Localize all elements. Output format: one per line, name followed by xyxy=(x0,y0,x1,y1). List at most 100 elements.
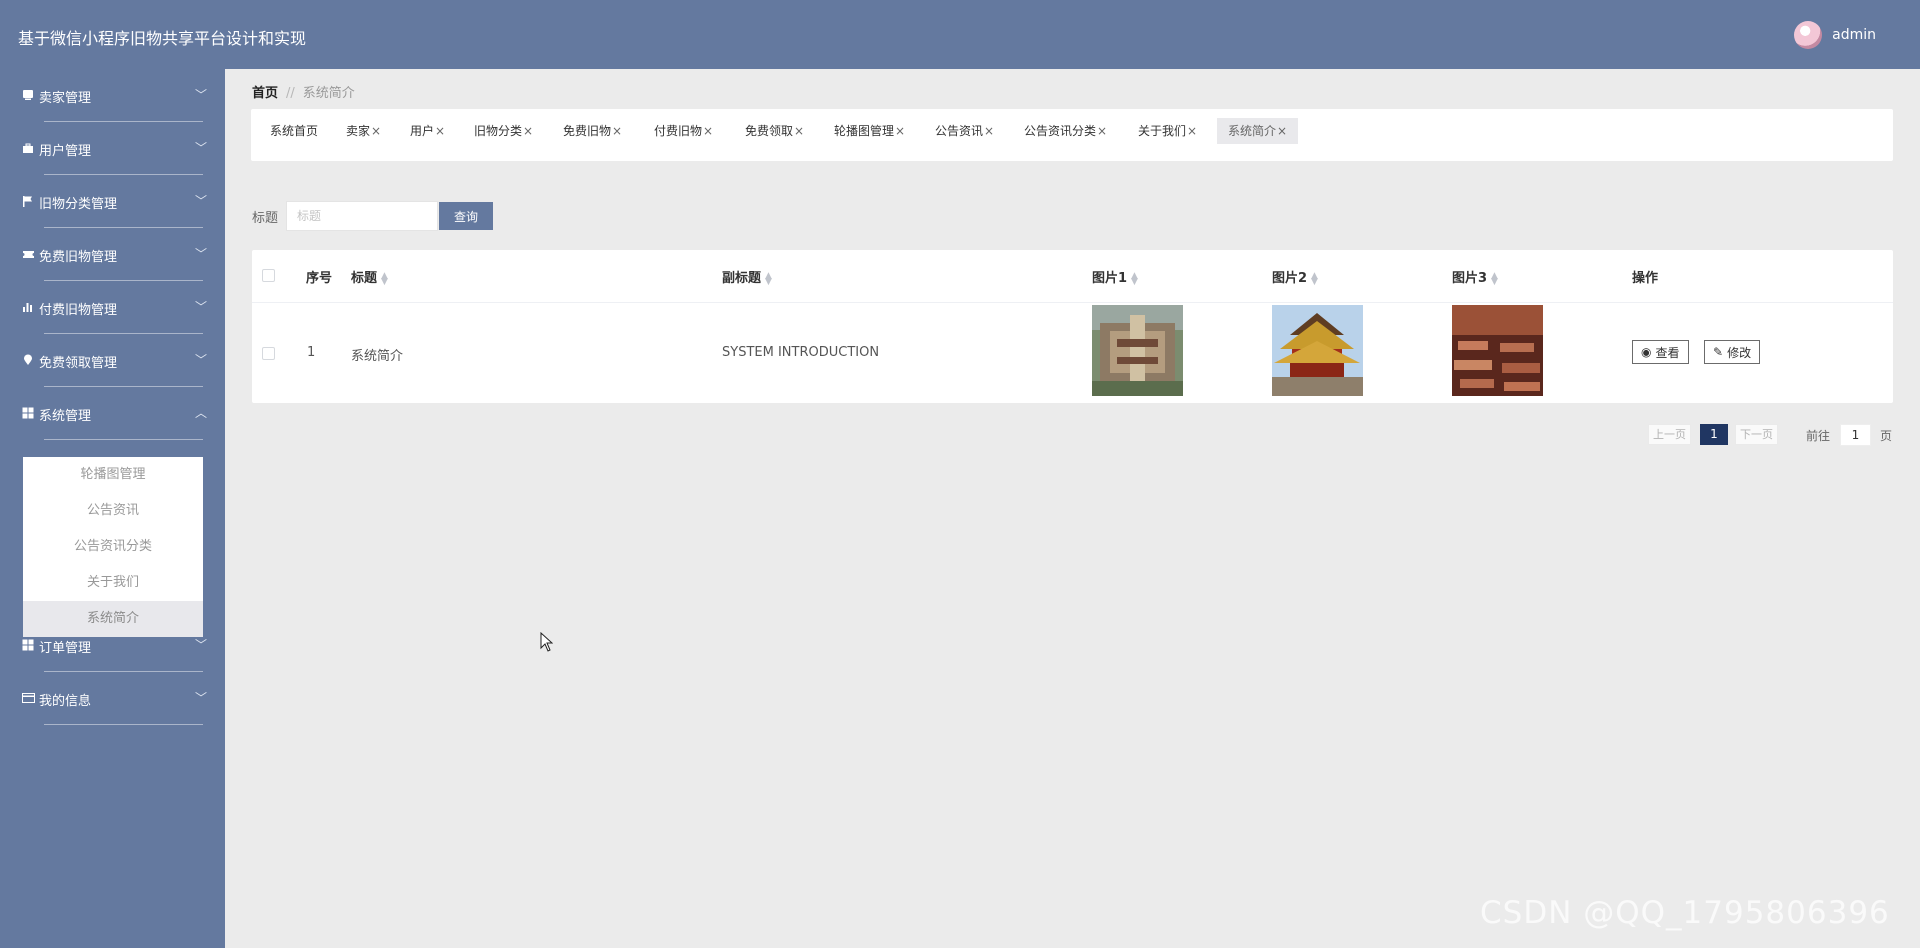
prev-page-button[interactable]: 上一页 xyxy=(1648,424,1691,445)
sidebar-item-seller-management[interactable]: 卖家管理 ﹀ xyxy=(0,69,225,122)
breadcrumb-home[interactable]: 首页 xyxy=(252,86,278,101)
mouse-cursor-icon xyxy=(540,632,553,652)
goto-page-input[interactable] xyxy=(1840,424,1871,446)
sidebar-item-label: 卖家管理 xyxy=(39,91,92,106)
breadcrumb-current: 系统简介 xyxy=(302,86,355,101)
edit-label: 修改 xyxy=(1727,345,1752,360)
avatar[interactable] xyxy=(1794,21,1823,49)
chevron-down-icon: ﹀ xyxy=(194,300,207,314)
close-icon[interactable]: × xyxy=(1097,124,1107,138)
cell-subtitle: SYSTEM INTRODUCTION xyxy=(722,345,880,360)
tab-system-intro[interactable]: 系统简介× xyxy=(1217,118,1299,144)
column-header-index: 序号 xyxy=(306,271,333,286)
sidebar-item-system-management[interactable]: 系统管理 ︿ xyxy=(0,387,225,440)
column-header-pic2[interactable]: 图片2 ▲ ▼ xyxy=(1272,267,1318,286)
search-button[interactable]: 查询 xyxy=(439,202,493,230)
cell-title: 系统简介 xyxy=(351,349,404,364)
column-header-pic1[interactable]: 图片1 ▲ ▼ xyxy=(1092,267,1138,286)
submenu-item-announcements[interactable]: 公告资讯 xyxy=(23,493,203,529)
column-header-label: 图片3 xyxy=(1452,271,1488,286)
tab-label: 关于我们 xyxy=(1138,124,1187,138)
select-all-checkbox[interactable] xyxy=(262,269,275,282)
chevron-down-icon: ﹀ xyxy=(194,691,207,705)
column-header-label: 副标题 xyxy=(722,271,762,286)
sidebar-item-label: 订单管理 xyxy=(39,641,92,656)
row-checkbox[interactable] xyxy=(262,347,275,360)
sidebar-item-label: 我的信息 xyxy=(39,694,92,709)
sort-icon[interactable]: ▲ ▼ xyxy=(381,271,388,286)
tab-free-claim[interactable]: 免费领取× xyxy=(734,118,815,144)
close-icon[interactable]: × xyxy=(984,124,994,138)
tab-label: 系统简介 xyxy=(1228,124,1277,138)
close-icon[interactable]: × xyxy=(371,124,381,138)
breadcrumb-separator: // xyxy=(286,86,295,101)
tab-paid-items[interactable]: 付费旧物× xyxy=(643,118,724,144)
close-icon[interactable]: × xyxy=(895,124,905,138)
user-menu[interactable]: admin xyxy=(1794,21,1876,49)
chevron-down-icon: ﹀ xyxy=(194,88,207,102)
close-icon[interactable]: × xyxy=(703,124,713,138)
submenu-item-system-intro[interactable]: 系统简介 xyxy=(23,601,203,637)
view-label: 查看 xyxy=(1655,345,1680,360)
thumbnail-pavilion[interactable] xyxy=(1272,305,1363,396)
eye-icon: ◉ xyxy=(1641,345,1652,359)
close-icon[interactable]: × xyxy=(612,124,622,138)
breadcrumb: 首页 // 系统简介 xyxy=(252,82,355,101)
tab-about-us[interactable]: 关于我们× xyxy=(1127,118,1208,144)
thumbnail-classroom[interactable] xyxy=(1452,305,1543,396)
tab-item-category[interactable]: 旧物分类× xyxy=(463,118,544,144)
sidebar-item-free-claim-management[interactable]: 免费领取管理 ﹀ xyxy=(0,334,225,387)
close-icon[interactable]: × xyxy=(523,124,533,138)
edit-button[interactable]: ✎ 修改 xyxy=(1704,340,1761,364)
column-header-subtitle[interactable]: 副标题 ▲ ▼ xyxy=(722,267,772,286)
tab-announcements[interactable]: 公告资讯× xyxy=(924,118,1005,144)
submenu-item-announcement-categories[interactable]: 公告资讯分类 xyxy=(23,529,203,565)
column-header-label: 图片1 xyxy=(1092,271,1128,286)
sidebar-item-user-management[interactable]: 用户管理 ﹀ xyxy=(0,122,225,175)
sidebar-item-paid-items-management[interactable]: 付费旧物管理 ﹀ xyxy=(0,281,225,334)
page-number-current[interactable]: 1 xyxy=(1700,424,1728,445)
close-icon[interactable]: × xyxy=(794,124,804,138)
tab-bar: 系统首页 卖家× 用户× 旧物分类× 免费旧物× 付费旧物× 免费领取× 轮播图… xyxy=(251,109,1893,161)
sidebar-item-my-info[interactable]: 我的信息 ﹀ xyxy=(0,672,225,725)
thumbnail-palace-aerial[interactable] xyxy=(1092,305,1183,396)
tab-label: 卖家 xyxy=(346,124,371,138)
submenu-item-carousel[interactable]: 轮播图管理 xyxy=(23,457,203,493)
sidebar-item-label: 免费旧物管理 xyxy=(39,250,118,265)
sidebar-item-label: 用户管理 xyxy=(39,144,92,159)
close-icon[interactable]: × xyxy=(1187,124,1197,138)
view-button[interactable]: ◉ 查看 xyxy=(1632,340,1689,364)
tab-user[interactable]: 用户× xyxy=(399,118,456,144)
tab-carousel[interactable]: 轮播图管理× xyxy=(823,118,916,144)
sort-icon[interactable]: ▲ ▼ xyxy=(765,271,772,286)
close-icon[interactable]: × xyxy=(1277,124,1287,138)
watermark: CSDN @QQ_1795806396 xyxy=(1480,895,1890,931)
tab-free-items[interactable]: 免费旧物× xyxy=(552,118,633,144)
column-header-pic3[interactable]: 图片3 ▲ ▼ xyxy=(1452,267,1498,286)
sidebar-item-free-items-management[interactable]: 免费旧物管理 ﹀ xyxy=(0,228,225,281)
column-header-title[interactable]: 标题 ▲ ▼ xyxy=(351,267,388,286)
edit-icon: ✎ xyxy=(1713,345,1724,359)
tab-label: 免费领取 xyxy=(745,124,794,138)
sidebar-item-category-management[interactable]: 旧物分类管理 ﹀ xyxy=(0,175,225,228)
page-suffix-label: 页 xyxy=(1880,429,1893,443)
column-header-label: 图片2 xyxy=(1272,271,1308,286)
tab-system-home[interactable]: 系统首页 xyxy=(259,118,329,144)
sort-icon[interactable]: ▲ ▼ xyxy=(1131,271,1138,286)
chevron-down-icon: ﹀ xyxy=(194,247,207,261)
username[interactable]: admin xyxy=(1832,27,1876,43)
location-icon xyxy=(22,354,36,367)
card-icon xyxy=(22,692,36,705)
tab-announcement-categories[interactable]: 公告资讯分类× xyxy=(1013,118,1118,144)
tab-label: 免费旧物 xyxy=(563,124,612,138)
close-icon[interactable]: × xyxy=(435,124,445,138)
chevron-down-icon: ﹀ xyxy=(194,141,207,155)
chart-icon xyxy=(22,301,36,314)
sort-icon[interactable]: ▲ ▼ xyxy=(1311,271,1318,286)
next-page-button[interactable]: 下一页 xyxy=(1735,424,1778,445)
tab-label: 轮播图管理 xyxy=(834,124,895,138)
tab-seller[interactable]: 卖家× xyxy=(335,118,392,144)
title-search-input[interactable] xyxy=(286,201,438,231)
sort-icon[interactable]: ▲ ▼ xyxy=(1491,271,1498,286)
submenu-item-about-us[interactable]: 关于我们 xyxy=(23,565,203,601)
